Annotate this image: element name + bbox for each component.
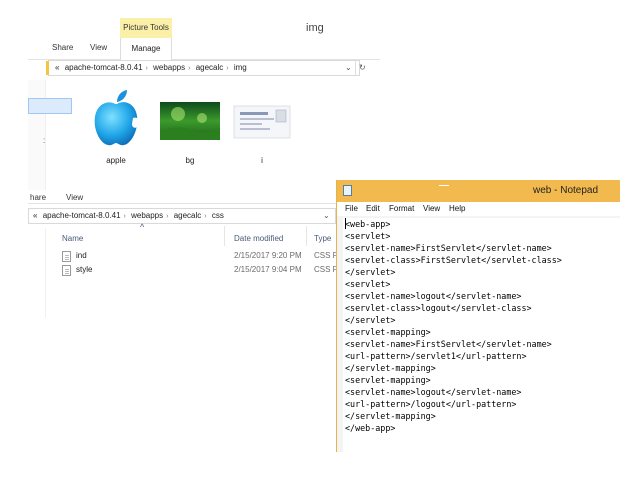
notepad-line: </servlet-mapping>: [345, 411, 436, 421]
notepad-line: <web-app>: [345, 219, 391, 229]
notepad-app-icon: [343, 185, 352, 196]
css-window-ribbon: hare View: [28, 190, 338, 204]
notepad-line: <url-pattern>/servlet1</url-pattern>: [345, 351, 527, 361]
navigation-pane: [28, 228, 46, 318]
img-window-ribbon: Share View Manage: [28, 38, 380, 60]
chevron-right-icon: ›: [226, 65, 229, 72]
notepad-title: web - Notepad: [533, 185, 599, 196]
notepad-titlebar[interactable]: web - Notepad: [337, 180, 620, 202]
address-prefix: «: [33, 211, 38, 220]
notepad-line: <servlet-class>logout</servlet-class>: [345, 303, 532, 313]
nav-selected-item[interactable]: [28, 98, 72, 114]
navigation-pane: :: [28, 80, 72, 192]
menu-help[interactable]: Help: [449, 204, 465, 213]
chevron-right-icon: ›: [204, 213, 207, 220]
ribbon-tab-view[interactable]: View: [66, 193, 83, 202]
notepad-line: <servlet>: [345, 231, 391, 241]
chevron-right-icon: ›: [188, 65, 191, 72]
img-window-title: img: [306, 22, 324, 34]
address-segment[interactable]: css: [212, 211, 224, 220]
notepad-line: <servlet-name>FirstServlet</servlet-name…: [345, 243, 552, 253]
file-date: 2/15/2017 9:20 PM: [234, 251, 302, 260]
menu-edit[interactable]: Edit: [366, 204, 380, 213]
notepad-text-area[interactable]: <web-app> <servlet> <servlet-name>FirstSer…: [343, 218, 620, 452]
minimize-icon[interactable]: [439, 182, 449, 186]
file-type: CSS Fi: [314, 265, 338, 274]
thumbnail-apple[interactable]: apple: [86, 88, 146, 165]
address-segment[interactable]: apache-tomcat-8.0.41: [65, 63, 143, 72]
img-window-titlebar: Picture Tools img: [28, 14, 380, 38]
img-explorer-window: Picture Tools img Share View Manage « ap…: [28, 14, 380, 192]
notepad-line: <servlet-name>logout</servlet-name>: [345, 387, 522, 397]
chevron-down-icon[interactable]: ⌄: [345, 61, 352, 75]
address-segment[interactable]: agecalc: [174, 211, 202, 220]
notepad-line: <servlet-class>FirstServlet</servlet-cla…: [345, 255, 562, 265]
column-divider[interactable]: [224, 226, 225, 246]
file-name: style: [76, 265, 93, 274]
file-row[interactable]: style 2/15/2017 9:04 PM CSS Fi: [62, 264, 338, 278]
address-segment[interactable]: webapps: [131, 211, 163, 220]
file-row[interactable]: ind 2/15/2017 9:20 PM CSS Fi: [62, 250, 338, 264]
css-file-icon: [62, 251, 71, 262]
css-address-bar[interactable]: « apache-tomcat-8.0.41 › webapps › agecalc…: [28, 208, 336, 224]
css-explorer-window: hare View « apache-tomcat-8.0.41 › webapp…: [28, 190, 338, 318]
menu-file[interactable]: File: [345, 204, 358, 213]
apple-logo-image: [86, 88, 146, 150]
file-name: ind: [76, 251, 87, 260]
chevron-right-icon: ›: [123, 213, 126, 220]
css-file-icon: [62, 265, 71, 276]
pane-scroll-mark: :: [43, 136, 46, 145]
notepad-line: <servlet>: [345, 279, 391, 289]
img-file-area: : apple bg i: [28, 80, 380, 192]
column-header-date-modified[interactable]: Date modified: [234, 234, 283, 243]
green-background-image: [158, 102, 222, 150]
notepad-window: web - Notepad File Edit Format View Help…: [336, 180, 620, 452]
ribbon-tab-view[interactable]: View: [90, 43, 107, 52]
address-segment[interactable]: agecalc: [196, 63, 224, 72]
folder-icon: [46, 61, 49, 75]
column-divider[interactable]: [306, 226, 307, 246]
address-segment[interactable]: img: [234, 63, 247, 72]
thumbnail-label: bg: [185, 156, 195, 165]
thumbnail-label: i: [261, 156, 263, 165]
address-segment[interactable]: apache-tomcat-8.0.41: [43, 211, 121, 220]
notepad-line: </servlet-mapping>: [345, 363, 436, 373]
notepad-menubar: File Edit Format View Help: [337, 202, 620, 216]
text-caret: [345, 218, 346, 229]
menu-format[interactable]: Format: [389, 204, 414, 213]
thumbnail-bg[interactable]: bg: [158, 88, 222, 165]
refresh-icon[interactable]: ↻: [355, 61, 366, 75]
thumbnail-label: apple: [106, 156, 126, 165]
notepad-line: </servlet>: [345, 315, 396, 325]
sort-ascending-icon: ^: [140, 222, 145, 232]
thumbnail-i[interactable]: i: [232, 88, 292, 165]
address-prefix: «: [55, 63, 60, 72]
menu-view[interactable]: View: [423, 204, 440, 213]
notepad-line: <servlet-name>logout</servlet-name>: [345, 291, 522, 301]
ribbon-tab-share[interactable]: hare: [30, 193, 46, 202]
screenshot-image: [232, 88, 292, 150]
img-address-bar[interactable]: « apache-tomcat-8.0.41 › webapps › agecalc…: [46, 60, 366, 76]
notepad-line: <servlet-mapping>: [345, 375, 431, 385]
chevron-right-icon: ›: [145, 65, 148, 72]
notepad-line: </web-app>: [345, 423, 396, 433]
file-type: CSS Fi: [314, 251, 338, 260]
column-header-type[interactable]: Type: [314, 234, 331, 243]
ribbon-tab-manage[interactable]: Manage: [120, 38, 172, 60]
chevron-down-icon[interactable]: ⌄: [323, 209, 330, 223]
ribbon-tab-share[interactable]: Share: [52, 43, 73, 52]
notepad-line: <servlet-mapping>: [345, 327, 431, 337]
chevron-right-icon: ›: [166, 213, 169, 220]
file-date: 2/15/2017 9:04 PM: [234, 265, 302, 274]
picture-tools-tab[interactable]: Picture Tools: [120, 18, 172, 38]
notepad-line: <servlet-name>FirstServlet</servlet-name…: [345, 339, 552, 349]
column-header-name[interactable]: Name: [62, 234, 83, 243]
address-segment[interactable]: webapps: [153, 63, 185, 72]
notepad-line: <url-pattern>/logout</url-pattern>: [345, 399, 517, 409]
notepad-line: </servlet>: [345, 267, 396, 277]
